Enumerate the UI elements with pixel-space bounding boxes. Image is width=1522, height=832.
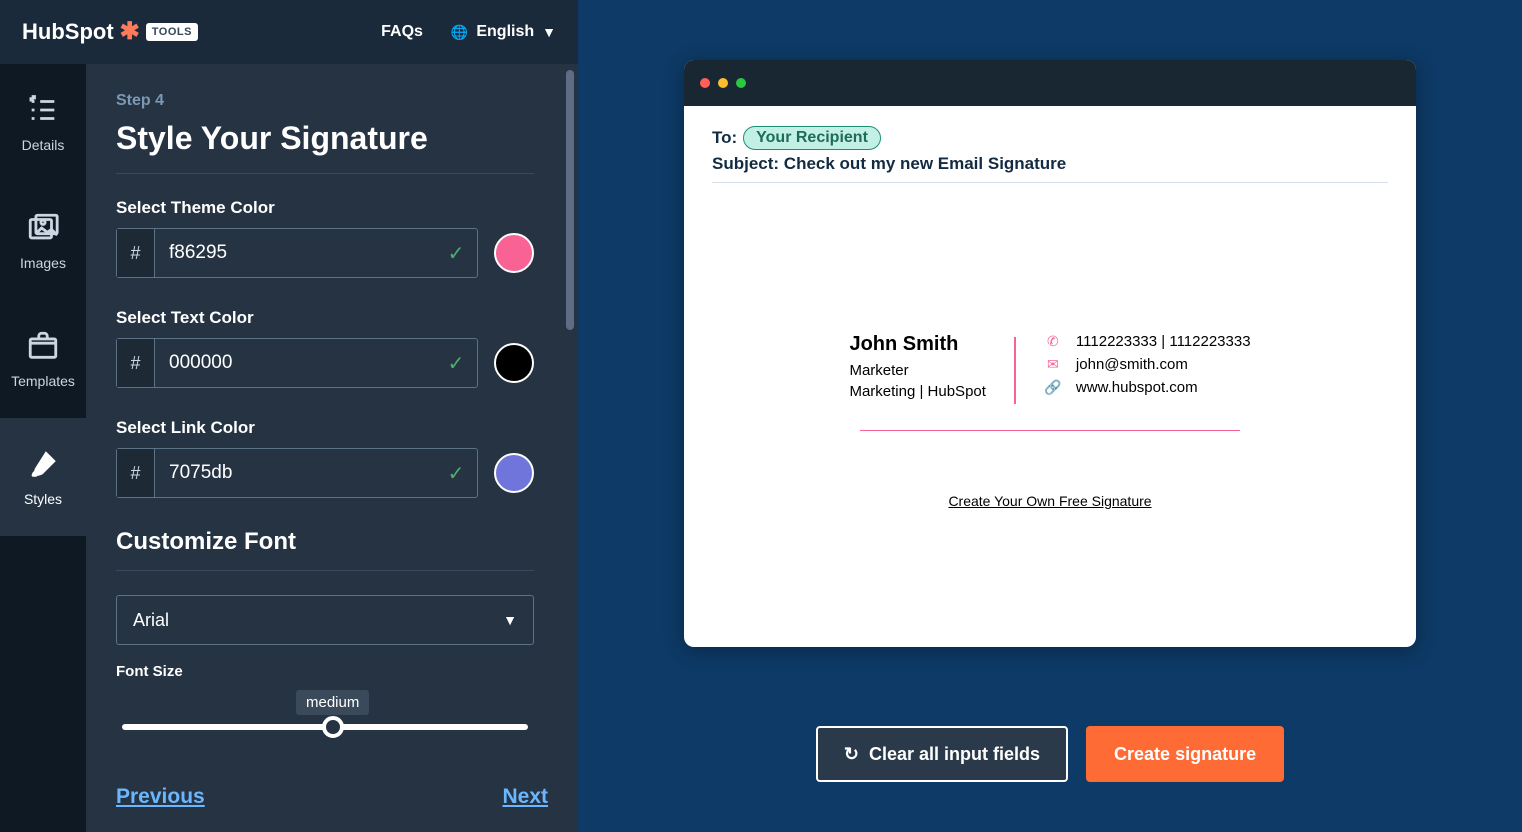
- subject-line: Subject: Check out my new Email Signatur…: [712, 154, 1388, 174]
- hash-prefix: #: [117, 339, 155, 387]
- sig-separator: [1014, 337, 1016, 404]
- previous-link[interactable]: Previous: [116, 785, 205, 809]
- app-header: HubSpot✱ TOOLS FAQs 🌐 English ▼: [0, 0, 578, 64]
- divider: [116, 570, 534, 571]
- sidebar-label-styles: Styles: [24, 491, 62, 507]
- create-label: Create signature: [1114, 744, 1256, 765]
- hash-prefix: #: [117, 449, 155, 497]
- brand-logo: HubSpot✱ TOOLS: [22, 19, 198, 45]
- sig-phone: 1112223333 | 1112223333: [1076, 333, 1251, 350]
- text-color-input[interactable]: # 000000 ✓: [116, 338, 478, 388]
- check-icon: ✓: [435, 351, 477, 376]
- step-sidebar: Details Images Templates Styles: [0, 64, 86, 832]
- font-value: Arial: [133, 610, 169, 631]
- text-color-value: 000000: [155, 352, 435, 374]
- tools-badge: TOOLS: [146, 23, 198, 41]
- images-icon: [26, 211, 60, 245]
- check-icon: ✓: [435, 461, 477, 486]
- slider-track: [122, 724, 528, 730]
- refresh-icon: ↻: [844, 744, 859, 765]
- sidebar-item-templates[interactable]: Templates: [0, 300, 86, 418]
- divider: [712, 182, 1388, 183]
- templates-icon: [26, 329, 60, 363]
- subject-value: Check out my new Email Signature: [784, 154, 1066, 173]
- sig-name: John Smith: [849, 333, 985, 356]
- sig-email: john@smith.com: [1076, 356, 1188, 373]
- clear-label: Clear all input fields: [869, 744, 1040, 765]
- chevron-down-icon: ▼: [503, 612, 517, 628]
- brand-name: HubSpot: [22, 19, 114, 45]
- language-label: English: [476, 23, 534, 41]
- text-color-label: Select Text Color: [116, 308, 534, 328]
- signature-preview: John Smith Marketer Marketing | HubSpot …: [712, 333, 1388, 404]
- scrollbar[interactable]: [566, 70, 574, 330]
- create-signature-button[interactable]: Create signature: [1086, 726, 1284, 782]
- window-titlebar: [684, 60, 1416, 106]
- to-label: To:: [712, 128, 737, 148]
- preview-pane: To: Your Recipient Subject: Check out my…: [578, 0, 1522, 832]
- font-size-slider[interactable]: medium: [116, 690, 534, 730]
- sig-role: Marketer: [849, 362, 985, 379]
- recipient-pill: Your Recipient: [743, 126, 881, 150]
- styles-icon: [26, 447, 60, 481]
- clear-fields-button[interactable]: ↻ Clear all input fields: [816, 726, 1068, 782]
- minimize-dot-icon: [718, 78, 728, 88]
- maximize-dot-icon: [736, 78, 746, 88]
- editor-panel: Step 4 Style Your Signature Select Theme…: [86, 64, 578, 832]
- link-color-swatch[interactable]: [494, 453, 534, 493]
- sidebar-label-templates: Templates: [11, 373, 75, 389]
- font-size-value: medium: [296, 690, 369, 715]
- chevron-down-icon: ▼: [542, 24, 556, 40]
- slider-knob[interactable]: [322, 716, 344, 738]
- link-color-label: Select Link Color: [116, 418, 534, 438]
- sidebar-label-images: Images: [20, 255, 66, 271]
- check-icon: ✓: [435, 241, 477, 266]
- language-selector[interactable]: 🌐 English ▼: [451, 23, 556, 41]
- link-color-input[interactable]: # 7075db ✓: [116, 448, 478, 498]
- font-select[interactable]: Arial ▼: [116, 595, 534, 645]
- subject-label: Subject:: [712, 154, 784, 173]
- globe-icon: 🌐: [451, 24, 468, 41]
- sig-divider: [860, 430, 1240, 431]
- text-color-swatch[interactable]: [494, 343, 534, 383]
- sprocket-icon: ✱: [120, 20, 140, 44]
- divider: [116, 173, 534, 174]
- details-icon: [26, 93, 60, 127]
- link-color-value: 7075db: [155, 462, 435, 484]
- theme-color-label: Select Theme Color: [116, 198, 534, 218]
- close-dot-icon: [700, 78, 710, 88]
- free-signature-link[interactable]: Create Your Own Free Signature: [712, 493, 1388, 509]
- sidebar-label-details: Details: [22, 137, 65, 153]
- hash-prefix: #: [117, 229, 155, 277]
- faqs-link[interactable]: FAQs: [381, 23, 423, 41]
- sidebar-item-images[interactable]: Images: [0, 182, 86, 300]
- sig-dept: Marketing | HubSpot: [849, 383, 985, 400]
- link-icon: 🔗: [1044, 379, 1062, 396]
- sidebar-item-details[interactable]: Details: [0, 64, 86, 182]
- next-link[interactable]: Next: [502, 785, 548, 809]
- theme-color-swatch[interactable]: [494, 233, 534, 273]
- theme-color-input[interactable]: # f86295 ✓: [116, 228, 478, 278]
- phone-icon: ✆: [1044, 333, 1062, 350]
- preview-window: To: Your Recipient Subject: Check out my…: [684, 60, 1416, 647]
- font-size-label: Font Size: [116, 663, 534, 680]
- mail-icon: ✉: [1044, 356, 1062, 373]
- customize-font-title: Customize Font: [116, 528, 534, 556]
- step-label: Step 4: [116, 92, 534, 110]
- theme-color-value: f86295: [155, 242, 435, 264]
- sig-site: www.hubspot.com: [1076, 379, 1198, 396]
- sidebar-item-styles[interactable]: Styles: [0, 418, 86, 536]
- page-title: Style Your Signature: [116, 120, 534, 157]
